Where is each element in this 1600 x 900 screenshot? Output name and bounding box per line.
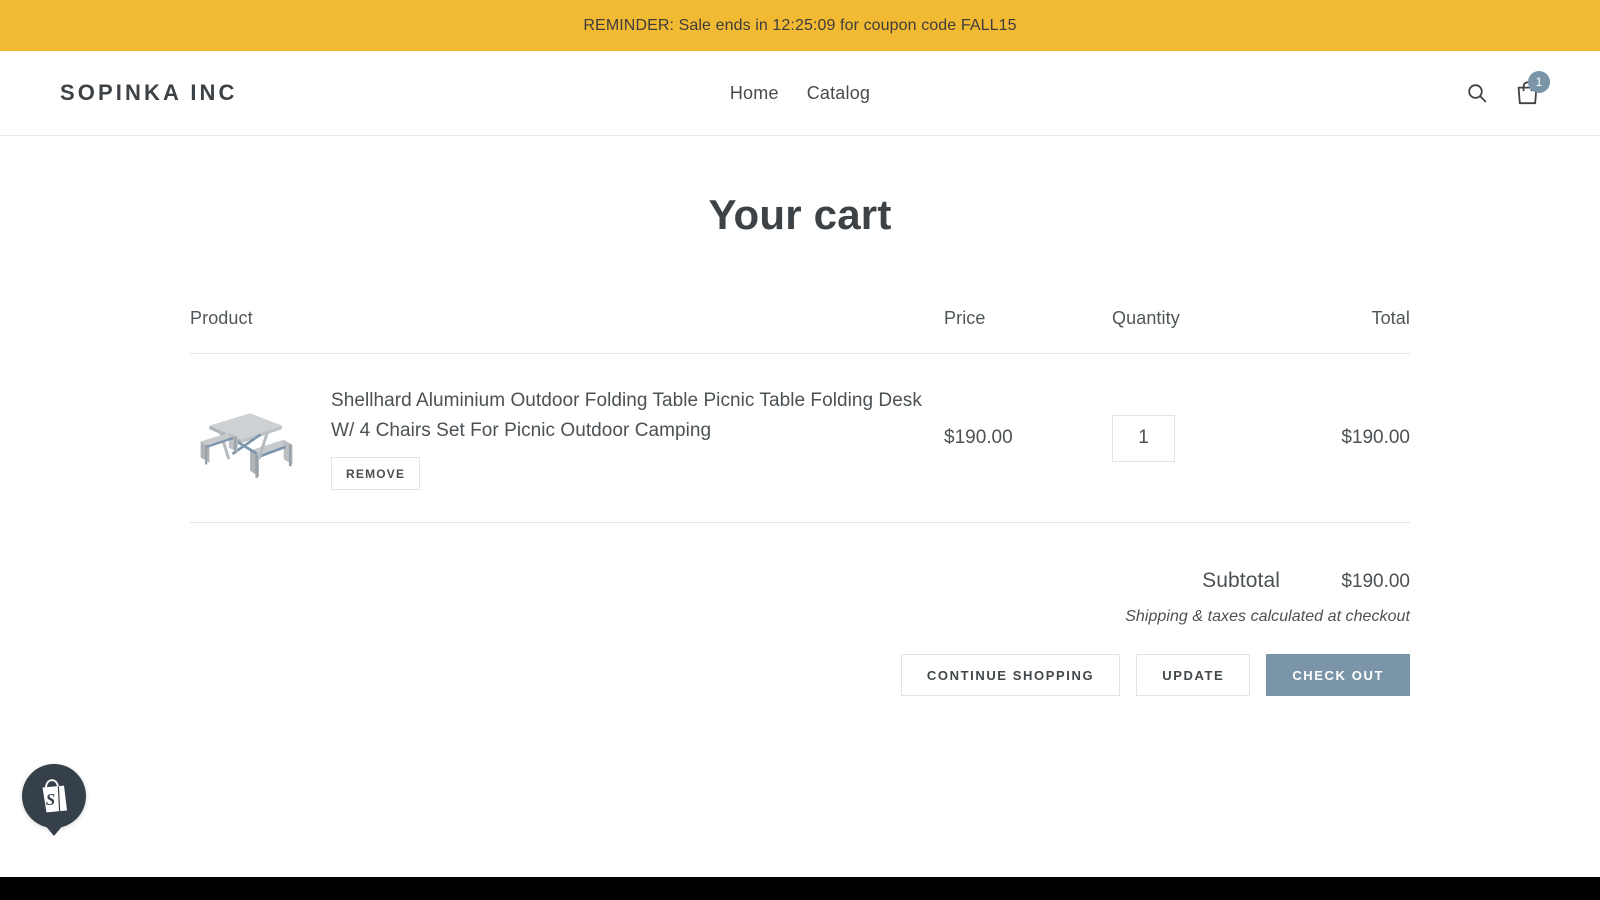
cart-table-header-row: Product Price Quantity Total [190, 308, 1410, 354]
svg-text:S: S [46, 790, 55, 809]
cart-container: Your cart Product Price Quantity Total S… [190, 136, 1410, 696]
main-content: Your cart Product Price Quantity Total S… [0, 136, 1600, 900]
cart-line-item-row: Shellhard Aluminium Outdoor Folding Tabl… [190, 353, 1410, 523]
shopify-chat-bubble[interactable]: S [22, 764, 86, 836]
column-header-quantity: Quantity [1112, 308, 1280, 354]
main-navigation: Home Catalog [730, 83, 870, 104]
subtotal-value: $190.00 [1341, 571, 1410, 592]
search-icon[interactable] [1465, 81, 1489, 105]
cart-page: REMINDER: Sale ends in 12:25:09 for coup… [0, 0, 1600, 900]
product-title-link[interactable]: Shellhard Aluminium Outdoor Folding Tabl… [331, 386, 936, 445]
cart-count-badge: 1 [1528, 71, 1550, 93]
announcement-bar: REMINDER: Sale ends in 12:25:09 for coup… [0, 0, 1600, 51]
shopify-bag-icon: S [42, 779, 67, 813]
checkout-button[interactable]: CHECK OUT [1266, 654, 1410, 696]
nav-link-home[interactable]: Home [730, 83, 779, 104]
cart-icon[interactable]: 1 [1515, 71, 1550, 106]
continue-shopping-button[interactable]: CONTINUE SHOPPING [900, 654, 1121, 696]
column-header-product: Product [190, 308, 944, 354]
product-thumbnail[interactable] [190, 385, 296, 491]
bottom-black-bar [0, 877, 1600, 900]
quantity-input[interactable] [1112, 414, 1175, 462]
subtotal-label: Subtotal [1202, 569, 1280, 592]
page-title: Your cart [708, 191, 892, 238]
cart-item-product-cell: Shellhard Aluminium Outdoor Folding Tabl… [190, 353, 944, 523]
update-cart-button[interactable]: UPDATE [1136, 654, 1251, 696]
remove-item-button[interactable]: REMOVE [331, 456, 421, 490]
header-icons: 1 [1465, 71, 1550, 106]
cart-item-quantity-cell [1112, 353, 1280, 523]
column-header-total: Total [1280, 308, 1410, 354]
cart-item-price: $190.00 [944, 353, 1112, 523]
product-info: Shellhard Aluminium Outdoor Folding Tabl… [296, 386, 936, 490]
subtotal-row: Subtotal $190.00 [190, 569, 1410, 593]
column-header-price: Price [944, 308, 1112, 354]
site-header: SOPINKA INC Home Catalog 1 [0, 51, 1600, 136]
cart-table: Product Price Quantity Total Shellhard A… [190, 308, 1410, 523]
announcement-text: REMINDER: Sale ends in 12:25:09 for coup… [583, 16, 1017, 34]
cart-footer: Subtotal $190.00 Shipping & taxes calcul… [190, 569, 1410, 696]
brand-logo[interactable]: SOPINKA INC [60, 80, 238, 106]
shipping-taxes-note: Shipping & taxes calculated at checkout [1125, 608, 1410, 625]
cart-action-buttons: CONTINUE SHOPPING UPDATE CHECK OUT [190, 654, 1410, 696]
cart-item-total: $190.00 [1280, 353, 1410, 523]
nav-link-catalog[interactable]: Catalog [807, 83, 870, 104]
